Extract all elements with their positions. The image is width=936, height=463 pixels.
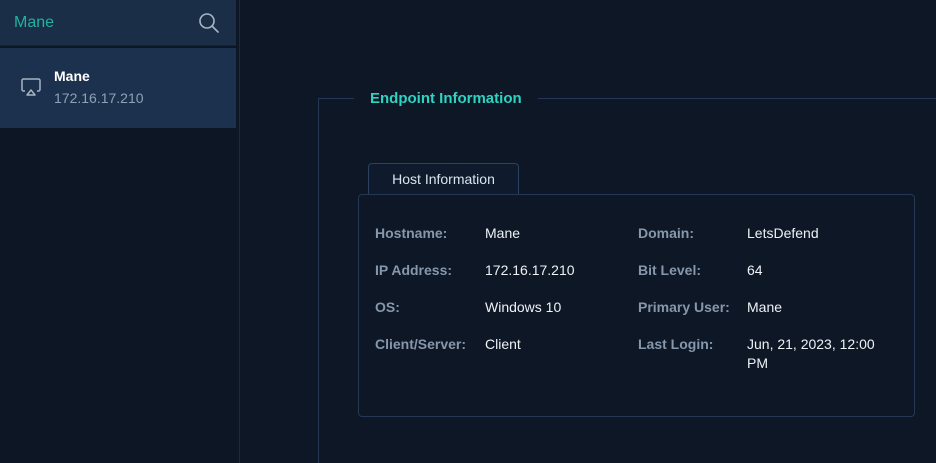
hostname-label: Hostname:	[375, 225, 448, 241]
primary-user-value: Mane	[747, 299, 783, 315]
primary-user-label: Primary User:	[638, 299, 730, 315]
ip-address-value: 172.16.17.210	[485, 262, 575, 278]
section-title: Endpoint Information	[354, 88, 538, 110]
app-root: Mane 172.16.17.210 Endpoint Information …	[0, 0, 936, 463]
endpoint-name: Mane	[54, 68, 90, 84]
ip-address-label: IP Address:	[375, 262, 453, 278]
search-input[interactable]	[0, 0, 190, 46]
tab-host-information[interactable]: Host Information	[368, 163, 519, 194]
domain-value: LetsDefend	[747, 225, 819, 241]
client-server-label: Client/Server:	[375, 336, 467, 352]
endpoint-sidebar: Mane 172.16.17.210	[0, 0, 240, 463]
hostname-value: Mane	[485, 225, 521, 241]
domain-label: Domain:	[638, 225, 694, 241]
bit-level-label: Bit Level:	[638, 262, 702, 278]
os-value: Windows 10	[485, 299, 562, 315]
monitor-icon	[20, 76, 42, 98]
search-icon[interactable]	[198, 12, 220, 34]
os-label: OS:	[375, 299, 400, 315]
search-bar	[0, 0, 236, 46]
bit-level-value: 64	[747, 262, 763, 278]
endpoint-list-item[interactable]: Mane 172.16.17.210	[0, 48, 236, 128]
last-login-label: Last Login:	[638, 336, 714, 352]
client-server-value: Client	[485, 336, 521, 352]
endpoint-ip: 172.16.17.210	[54, 90, 144, 106]
last-login-value: Jun, 21, 2023, 12:00 PM	[747, 336, 875, 371]
